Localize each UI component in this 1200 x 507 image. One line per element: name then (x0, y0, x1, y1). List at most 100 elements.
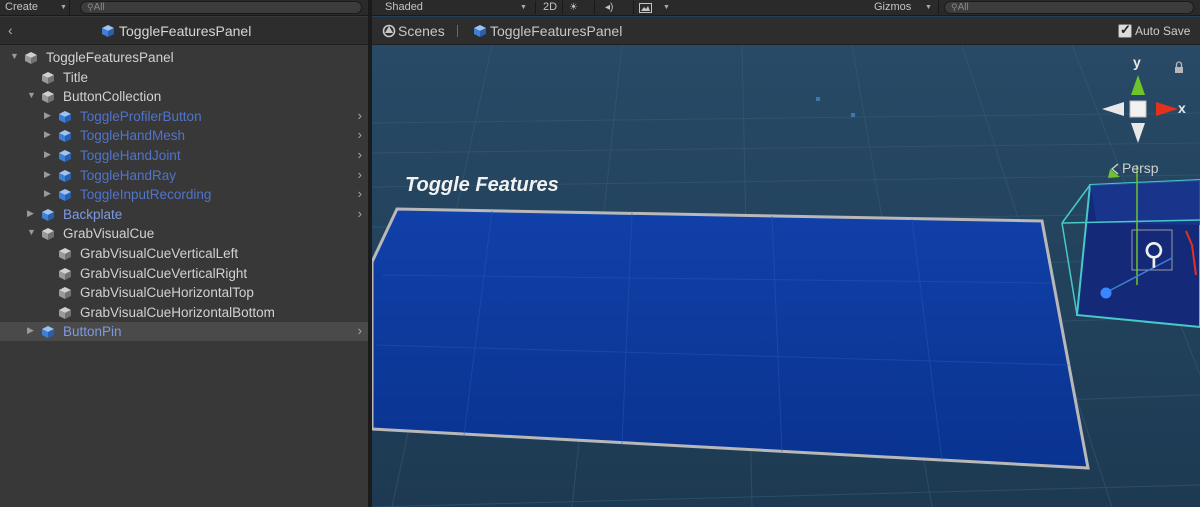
hierarchy-row[interactable]: ▶ ToggleProfilerButton › (0, 107, 368, 126)
hierarchy-row[interactable]: GrabVisualCueHorizontalTop (0, 283, 368, 302)
unity-logo-icon (382, 24, 396, 38)
hierarchy-row-label: Backplate (63, 206, 123, 222)
scene-view: Shaded ▼ 2D ☀ ◂) ▼ Gizmos ▼ ⚲All Scenes … (372, 0, 1200, 507)
backplate-mesh[interactable] (372, 207, 1090, 470)
chevron-right-icon[interactable]: › (358, 323, 362, 338)
create-label: Create (5, 1, 39, 13)
fold-arrow-icon[interactable]: ▶ (44, 110, 51, 121)
gizmos-dropdown[interactable]: Gizmos ▼ (874, 0, 934, 15)
scene-render: ⚲ (372, 45, 1200, 507)
hierarchy-search-input[interactable]: ⚲All (80, 1, 362, 14)
checkbox-icon[interactable]: ✓ (1118, 22, 1132, 38)
hierarchy-row[interactable]: Title (0, 68, 368, 87)
dropdown-arrow-icon: ▼ (925, 4, 932, 11)
search-placeholder: All (93, 2, 105, 13)
hierarchy-row-label: GrabVisualCue (63, 226, 155, 242)
projection-label[interactable]: Persp (1122, 160, 1159, 176)
hierarchy-panel: Create ▼ ⚲All ‹ ToggleFeaturesPanel ▼ Tog… (0, 0, 368, 507)
hierarchy-row-label: ToggleFeaturesPanel (46, 50, 174, 65)
hierarchy-row[interactable]: ▶ ToggleHandMesh › (0, 126, 368, 145)
gizmo-x-label: x (1178, 100, 1186, 116)
chevron-right-icon[interactable]: › (358, 147, 362, 162)
breadcrumb-separator (457, 25, 458, 37)
hierarchy-row-label: GrabVisualCueHorizontalTop (80, 285, 254, 301)
prefab-cube-icon (102, 25, 114, 37)
hierarchy-toolbar: Create ▼ ⚲All (0, 0, 368, 16)
chevron-right-icon[interactable]: › (358, 127, 362, 142)
scene-breadcrumb-bar: Scenes ToggleFeaturesPanel ✓ Auto Save (372, 17, 1200, 45)
mode-2d-label: 2D (542, 1, 558, 13)
effects-toggle[interactable]: ▼ (639, 0, 670, 15)
back-chevron-icon[interactable]: ‹ (8, 22, 13, 38)
dropdown-arrow-icon: ▼ (60, 4, 67, 11)
unity-editor: Create ▼ ⚲All ‹ ToggleFeaturesPanel ▼ Tog… (0, 0, 1200, 507)
gizmos-label: Gizmos (874, 1, 912, 13)
search-icon: ⚲ (951, 2, 958, 12)
pin-icon: ⚲ (1143, 237, 1165, 272)
hierarchy-row-label: Title (63, 69, 89, 85)
fold-arrow-icon[interactable]: ▶ (44, 129, 51, 140)
hierarchy-row[interactable]: ▼ ButtonCollection (0, 87, 368, 106)
hierarchy-row-label: ToggleProfilerButton (80, 108, 202, 124)
hierarchy-row[interactable]: GrabVisualCueVerticalLeft (0, 244, 368, 263)
hierarchy-row-label: ButtonPin (63, 324, 122, 340)
hierarchy-row[interactable]: ▼ ToggleFeaturesPanel (0, 48, 368, 67)
prefab-title: ToggleFeaturesPanel (119, 23, 252, 39)
hierarchy-row[interactable]: ▶ ToggleHandRay › (0, 166, 368, 185)
hierarchy-row[interactable]: GrabVisualCueVerticalRight (0, 264, 368, 283)
hierarchy-row[interactable]: ▶ ToggleHandJoint › (0, 146, 368, 165)
prefab-cube-icon (41, 325, 55, 344)
hierarchy-row-label: ToggleInputRecording (80, 187, 212, 203)
scene-marker (816, 97, 820, 101)
chevron-right-icon[interactable]: › (358, 108, 362, 123)
create-dropdown[interactable]: Create ▼ (0, 0, 70, 15)
fold-arrow-icon[interactable]: ▶ (27, 325, 34, 336)
sun-icon: ☀ (569, 2, 578, 13)
hierarchy-row-label: GrabVisualCueVerticalLeft (80, 246, 239, 261)
shading-mode-dropdown[interactable]: Shaded ▼ (376, 0, 536, 15)
toolbar-separator (535, 1, 536, 14)
hierarchy-row-label: ButtonCollection (63, 89, 162, 105)
hierarchy-row[interactable]: GrabVisualCueHorizontalBottom (0, 303, 368, 322)
dropdown-arrow-icon: ▼ (663, 4, 670, 11)
mode-2d-toggle[interactable]: 2D (538, 0, 562, 15)
breadcrumb-prefab[interactable]: ToggleFeaturesPanel (490, 23, 622, 39)
checkmark-icon: ✓ (1120, 22, 1131, 37)
toolbar-separator (594, 1, 595, 14)
toolbar-separator (633, 1, 634, 14)
scene-viewport[interactable]: ⚲ y x Persp Toggle Features (372, 45, 1200, 507)
hierarchy-row[interactable]: ▶ Backplate › (0, 205, 368, 224)
scene-search-input[interactable]: ⚲All (944, 1, 1194, 14)
hierarchy-row[interactable]: ▼ GrabVisualCue (0, 224, 368, 243)
gizmo-y-label: y (1133, 54, 1141, 70)
fold-arrow-icon[interactable]: ▶ (44, 149, 51, 160)
breadcrumb-scenes[interactable]: Scenes (398, 23, 445, 39)
chevron-right-icon[interactable]: › (358, 186, 362, 201)
fold-arrow-icon[interactable]: ▼ (10, 51, 19, 61)
search-icon: ⚲ (87, 2, 94, 12)
hierarchy-row-label: ToggleHandRay (80, 167, 177, 183)
audio-toggle[interactable]: ◂) (605, 0, 623, 15)
shading-mode-label: Shaded (385, 1, 423, 13)
hierarchy-row-label: GrabVisualCueHorizontalBottom (80, 304, 275, 320)
fold-arrow-icon[interactable]: ▶ (44, 169, 51, 180)
hierarchy-row[interactable]: ▶ ButtonPin › (0, 322, 368, 344)
panel-title-text: Toggle Features (405, 174, 559, 196)
hierarchy-row-label: GrabVisualCueVerticalRight (80, 265, 248, 281)
fold-arrow-icon[interactable]: ▼ (27, 90, 36, 100)
fold-arrow-icon[interactable]: ▶ (44, 188, 51, 199)
chevron-right-icon[interactable]: › (358, 206, 362, 221)
image-icon (639, 3, 652, 13)
hierarchy-row-label: ToggleHandJoint (80, 148, 181, 163)
auto-save-toggle[interactable]: ✓ Auto Save (1116, 22, 1198, 39)
toolbar-separator (938, 1, 939, 14)
lighting-toggle[interactable]: ☀ (569, 0, 587, 15)
chevron-right-icon[interactable]: › (358, 167, 362, 182)
dropdown-arrow-icon: ▼ (520, 4, 527, 11)
fold-arrow-icon[interactable]: ▼ (27, 227, 36, 237)
hierarchy-row[interactable]: ▶ ToggleInputRecording › (0, 185, 368, 204)
prefab-header: ‹ ToggleFeaturesPanel (0, 17, 368, 45)
fold-arrow-icon[interactable]: ▶ (27, 208, 34, 219)
audio-icon: ◂) (605, 2, 614, 13)
scene-toolbar: Shaded ▼ 2D ☀ ◂) ▼ Gizmos ▼ ⚲All (372, 0, 1200, 16)
